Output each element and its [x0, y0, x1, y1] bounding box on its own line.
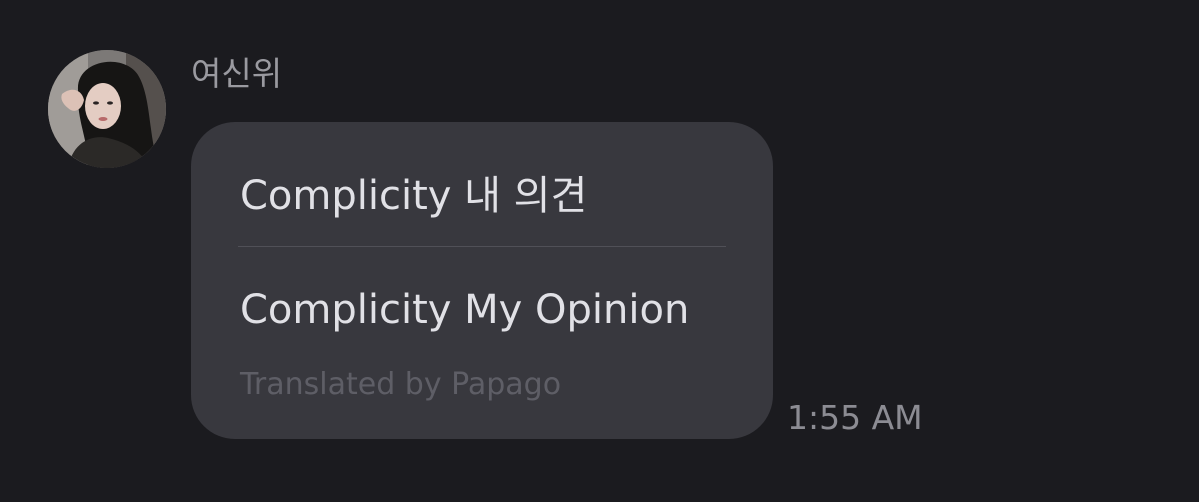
translation-divider [238, 246, 726, 247]
translation-credit: Translated by Papago [240, 367, 562, 402]
chat-view: 여신위 Complicity 내 의견 Complicity My Opinio… [0, 0, 1199, 502]
avatar[interactable] [48, 50, 166, 168]
sender-name: 여신위 [191, 54, 283, 93]
profile-photo-icon [48, 50, 166, 168]
message-timestamp: 1:55 AM [787, 398, 923, 437]
original-message-text: Complicity 내 의견 [240, 173, 588, 219]
translated-message-text: Complicity My Opinion [240, 287, 690, 333]
message-bubble[interactable]: Complicity 내 의견 Complicity My Opinion Tr… [191, 122, 773, 439]
